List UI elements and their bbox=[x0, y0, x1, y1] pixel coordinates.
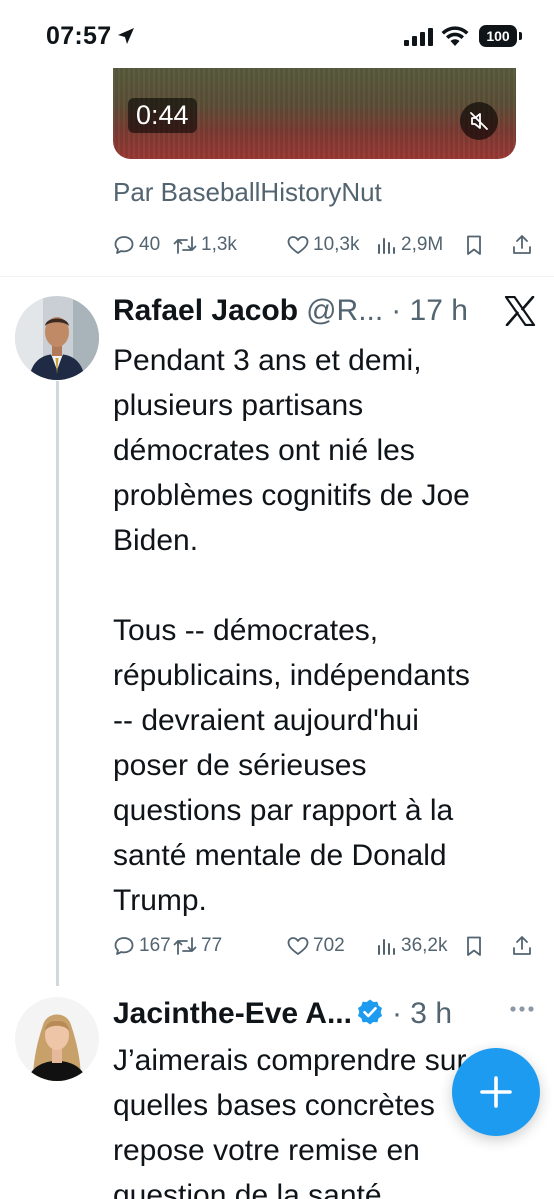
thread-line bbox=[56, 381, 59, 986]
views-icon bbox=[378, 238, 395, 254]
share-button[interactable] bbox=[510, 931, 534, 961]
like-count: 10,3k bbox=[313, 234, 360, 255]
share-icon bbox=[513, 235, 531, 254]
reply-author-name[interactable]: Jacinthe-Eve A... bbox=[113, 997, 352, 1031]
author-handle[interactable]: @R... bbox=[306, 294, 383, 328]
repost-icon bbox=[173, 236, 197, 254]
bookmark-button[interactable] bbox=[463, 230, 485, 260]
repost-count: 1,3k bbox=[201, 234, 237, 255]
like-button[interactable]: 10,3k bbox=[286, 230, 359, 260]
reply-header: Jacinthe-Eve A... · 3 h bbox=[113, 995, 452, 1031]
verified-icon bbox=[357, 999, 382, 1025]
bookmark-button[interactable] bbox=[463, 931, 485, 961]
views-button[interactable]: 2,9M bbox=[376, 230, 443, 260]
like-button[interactable]: 702 bbox=[286, 931, 345, 961]
avatar-rafael-jacob[interactable] bbox=[15, 296, 99, 380]
mute-icon bbox=[470, 112, 488, 130]
reply-icon bbox=[114, 236, 134, 254]
more-icon[interactable] bbox=[509, 1005, 535, 1013]
reply-time[interactable]: · 3 h bbox=[392, 997, 452, 1031]
reply-count: 167 bbox=[139, 935, 171, 956]
tweet-actions: 167 77 702 36,2k bbox=[112, 931, 532, 961]
repost-count: 77 bbox=[201, 935, 223, 956]
author-name[interactable]: Rafael Jacob bbox=[113, 294, 298, 328]
avatar-jacinthe-eve[interactable] bbox=[15, 997, 99, 1081]
mute-button[interactable] bbox=[460, 102, 498, 140]
previous-tweet-actions: 40 1,3k 10,3k 2,9M bbox=[112, 230, 532, 260]
reply-button[interactable]: 167 bbox=[112, 931, 171, 961]
battery-tip bbox=[519, 32, 522, 40]
tweet-text: Pendant 3 ans et demi, plusieurs partisa… bbox=[113, 344, 470, 917]
x-logo-icon bbox=[504, 296, 536, 326]
battery-level: 100 bbox=[486, 28, 510, 44]
video-attribution[interactable]: Par BaseballHistoryNut bbox=[113, 177, 382, 208]
views-button[interactable]: 36,2k bbox=[376, 931, 447, 961]
views-count: 2,9M bbox=[401, 234, 444, 255]
plus-icon bbox=[480, 1076, 512, 1108]
compose-button[interactable] bbox=[452, 1048, 540, 1136]
share-button[interactable] bbox=[510, 230, 534, 260]
views-count: 36,2k bbox=[401, 935, 448, 956]
repost-button[interactable]: 77 bbox=[172, 931, 222, 961]
bookmark-icon bbox=[467, 936, 481, 956]
wifi-icon bbox=[441, 26, 469, 46]
signal-icon bbox=[404, 28, 433, 46]
like-icon bbox=[287, 236, 309, 254]
repost-button[interactable]: 1,3k bbox=[172, 230, 237, 260]
repost-icon bbox=[173, 937, 197, 955]
tweet-header: Rafael Jacob @R... · 17 h bbox=[113, 294, 468, 328]
reply-button[interactable]: 40 bbox=[112, 230, 160, 260]
status-bar: 07:57 100 bbox=[0, 0, 554, 68]
location-arrow-icon bbox=[118, 28, 134, 44]
reply-icon bbox=[114, 937, 134, 955]
like-icon bbox=[287, 937, 309, 955]
bookmark-icon bbox=[467, 235, 481, 255]
share-icon bbox=[513, 936, 531, 955]
battery-indicator: 100 bbox=[479, 25, 517, 47]
status-time: 07:57 bbox=[46, 22, 112, 50]
tweet-divider bbox=[0, 276, 554, 277]
like-count: 702 bbox=[313, 935, 345, 956]
reply-count: 40 bbox=[139, 234, 161, 255]
views-icon bbox=[378, 939, 395, 955]
tweet-time[interactable]: · 17 h bbox=[391, 294, 468, 328]
video-duration: 0:44 bbox=[128, 98, 197, 133]
